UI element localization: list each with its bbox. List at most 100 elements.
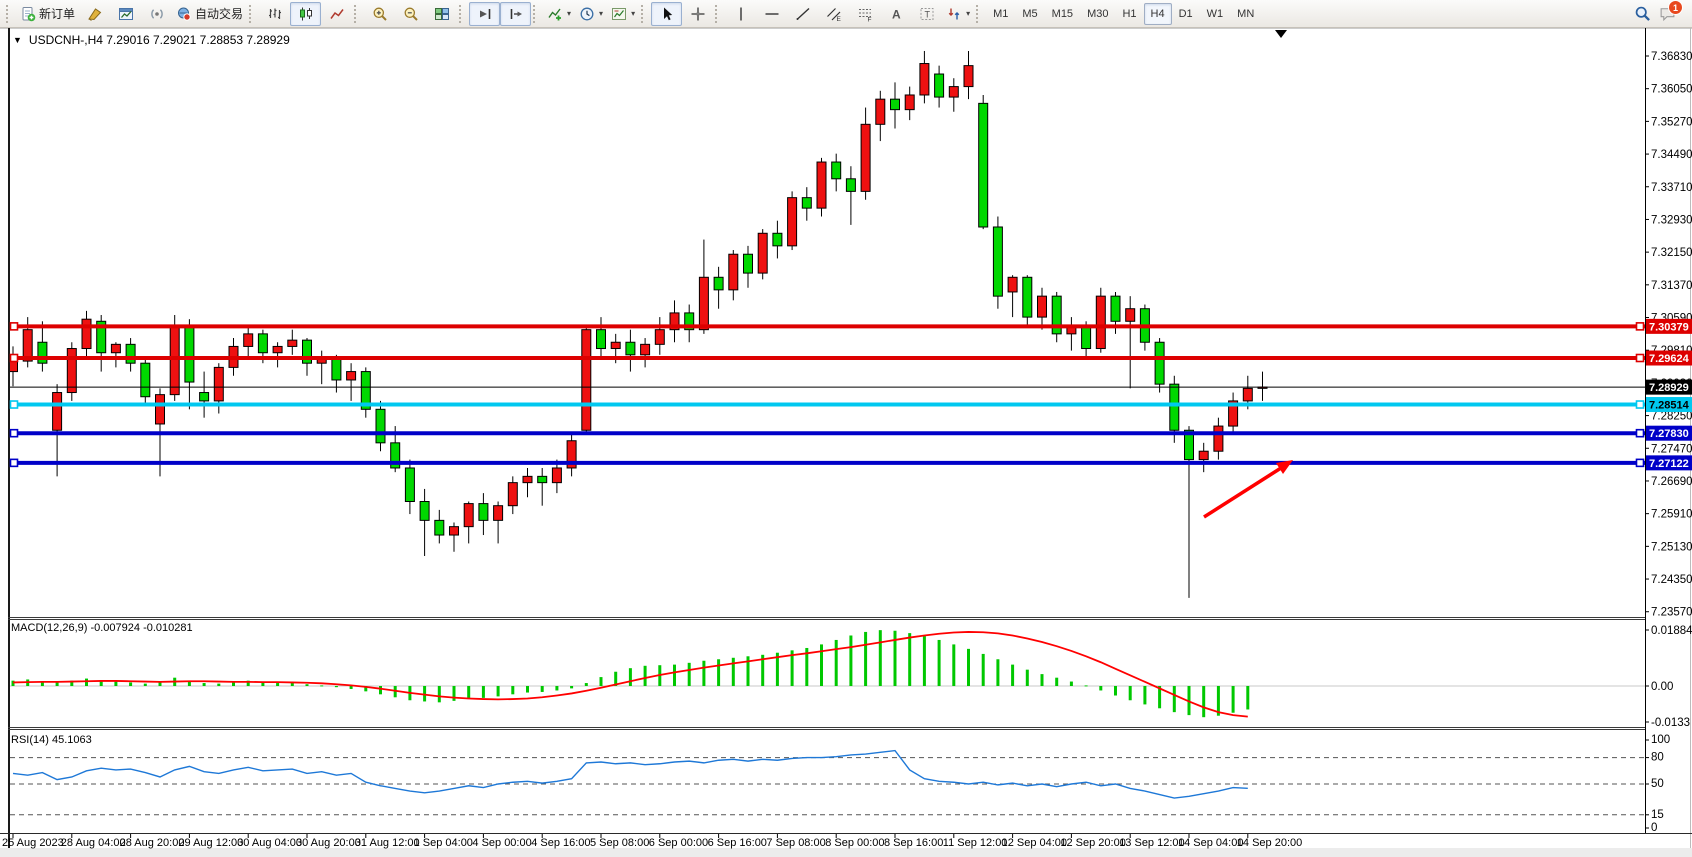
- toolbar-grip[interactable]: [354, 5, 360, 23]
- price-tag-label: 7.27122: [1649, 458, 1689, 470]
- chart-window-button[interactable]: [110, 2, 141, 26]
- price-tick-label: 7.25130: [1651, 541, 1692, 553]
- new-order-label: 新订单: [39, 5, 75, 22]
- auto-trading-button[interactable]: 自动交易: [172, 2, 247, 26]
- time-tick-label: 6 Sep 16:00: [708, 837, 767, 849]
- toolbar-grip[interactable]: [6, 5, 12, 23]
- tile-windows-button[interactable]: [426, 2, 457, 26]
- auto-scroll-button[interactable]: [469, 2, 500, 26]
- svg-text:A: A: [892, 7, 901, 21]
- trendline-button[interactable]: [787, 2, 818, 26]
- notification-badge: 1: [1668, 0, 1683, 15]
- price-tick-label: 7.32930: [1651, 214, 1692, 226]
- time-tick-label: 30 Aug 20:00: [296, 837, 361, 849]
- price-tick-label: 7.32150: [1651, 247, 1692, 259]
- chart-window: ▼ USDCNH-,H4 7.29016 7.29021 7.28853 7.2…: [0, 27, 1692, 857]
- timeframe-h4-button[interactable]: H4: [1144, 3, 1172, 25]
- time-tick-label: 8 Sep 00:00: [825, 837, 884, 849]
- text-label-button[interactable]: T: [911, 2, 942, 26]
- time-axis[interactable]: 25 Aug 202328 Aug 04:0028 Aug 20:0029 Au…: [2, 834, 1302, 849]
- price-tick-label: 7.23570: [1651, 607, 1692, 619]
- time-tick-label: 14 Sep 04:00: [1178, 837, 1243, 849]
- svg-text:T: T: [924, 9, 930, 19]
- toolbar-grip[interactable]: [715, 5, 721, 23]
- macd-tick-label: 0.00: [1651, 681, 1673, 693]
- price-tick-label: 7.24350: [1651, 574, 1692, 586]
- chart-shift-button[interactable]: [500, 2, 531, 26]
- price-tick-label: 7.36830: [1651, 51, 1692, 63]
- price-tick-label: 7.36050: [1651, 84, 1692, 96]
- timeframe-h1-button[interactable]: H1: [1115, 3, 1143, 25]
- time-tick-label: 30 Aug 04:00: [237, 837, 302, 849]
- chevron-down-icon: ▾: [567, 9, 571, 18]
- price-tick-label: 7.34490: [1651, 149, 1692, 161]
- zoom-out-button[interactable]: [395, 2, 426, 26]
- time-tick-label: 4 Sep 00:00: [472, 837, 531, 849]
- toolbar-grip[interactable]: [249, 5, 255, 23]
- cursor-icon: [659, 6, 675, 22]
- horizontal-line-button[interactable]: [756, 2, 787, 26]
- new-order-button[interactable]: 新订单: [16, 2, 79, 26]
- arrows-button[interactable]: ▾: [942, 2, 974, 26]
- objects-brush-button[interactable]: [79, 2, 110, 26]
- candlestick-chart-mode-button[interactable]: [290, 2, 321, 26]
- text-button[interactable]: A: [880, 2, 911, 26]
- candles-icon: [298, 6, 314, 22]
- chart-window-icon: [118, 6, 134, 22]
- toolbar-grip[interactable]: [976, 5, 982, 23]
- fibonacci-retracement-button[interactable]: F: [849, 2, 880, 26]
- timeframe-m5-button[interactable]: M5: [1015, 3, 1044, 25]
- bars-icon: [267, 6, 283, 22]
- toolbar: 新订单自动交易▾▾▾EFAT▾M1M5M15M30H1H4D1W1MN1: [0, 0, 1692, 28]
- zoom-in-icon: [372, 6, 388, 22]
- indicators-button[interactable]: ▾: [543, 2, 575, 26]
- timeframe-m1-button[interactable]: M1: [986, 3, 1015, 25]
- tiles-icon: [434, 6, 450, 22]
- chevron-down-icon: ▾: [966, 9, 970, 18]
- toolbar-group: [651, 0, 713, 27]
- line-icon: [329, 6, 345, 22]
- zoom-in-button[interactable]: [364, 2, 395, 26]
- symbol-dropdown-caret[interactable]: ▼: [13, 35, 22, 45]
- crosshair-icon: [690, 6, 706, 22]
- indicators-icon: [547, 6, 563, 22]
- time-tick-label: 4 Sep 16:00: [531, 837, 590, 849]
- macd-tick-label: -0.0133: [1651, 717, 1690, 729]
- auto-trading-label: 自动交易: [195, 5, 243, 22]
- timeframe-group: M1M5M15M30H1H4D1W1MN: [986, 0, 1261, 27]
- window-borders: [0, 27, 1692, 857]
- vertical-line-button[interactable]: [725, 2, 756, 26]
- toolbar-grip[interactable]: [533, 5, 539, 23]
- search-button[interactable]: [1634, 5, 1651, 22]
- toolbar-grip[interactable]: [641, 5, 647, 23]
- periods-button[interactable]: ▾: [575, 2, 607, 26]
- cursor-button[interactable]: [651, 2, 682, 26]
- search-icon: [1634, 5, 1651, 22]
- time-tick-label: 28 Aug 20:00: [120, 837, 185, 849]
- templates-button[interactable]: ▾: [607, 2, 639, 26]
- toolbar-group: EF A T ▾: [725, 0, 974, 27]
- signals-button[interactable]: [141, 2, 172, 26]
- timeframe-d1-button[interactable]: D1: [1172, 3, 1200, 25]
- time-tick-label: 12 Sep 20:00: [1060, 837, 1125, 849]
- brush-icon: [87, 6, 103, 22]
- timeframe-m15-button[interactable]: M15: [1045, 3, 1080, 25]
- chart-canvas[interactable]: 7.368307.360507.352707.344907.337107.329…: [0, 27, 1692, 857]
- timeframe-m30-button[interactable]: M30: [1080, 3, 1115, 25]
- bar-chart-mode-button[interactable]: [259, 2, 290, 26]
- notifications-button[interactable]: 1: [1659, 5, 1676, 22]
- toolbar-group: [469, 0, 531, 27]
- timeframe-mn-button[interactable]: MN: [1230, 3, 1261, 25]
- time-tick-label: 29 Aug 12:00: [178, 837, 243, 849]
- label-t-icon: T: [919, 6, 935, 22]
- equidistant-channel-button[interactable]: E: [818, 2, 849, 26]
- fibo-icon: F: [857, 6, 873, 22]
- macd-indicator-label: MACD(12,26,9) -0.007924 -0.010281: [11, 622, 193, 634]
- auto-scroll-icon: [477, 6, 493, 22]
- crosshair-button[interactable]: [682, 2, 713, 26]
- toolbar-grip[interactable]: [459, 5, 465, 23]
- time-tick-label: 8 Sep 16:00: [884, 837, 943, 849]
- line-chart-mode-button[interactable]: [321, 2, 352, 26]
- chart-title-text: USDCNH-,H4 7.29016 7.29021 7.28853 7.289…: [29, 33, 290, 47]
- timeframe-w1-button[interactable]: W1: [1200, 3, 1231, 25]
